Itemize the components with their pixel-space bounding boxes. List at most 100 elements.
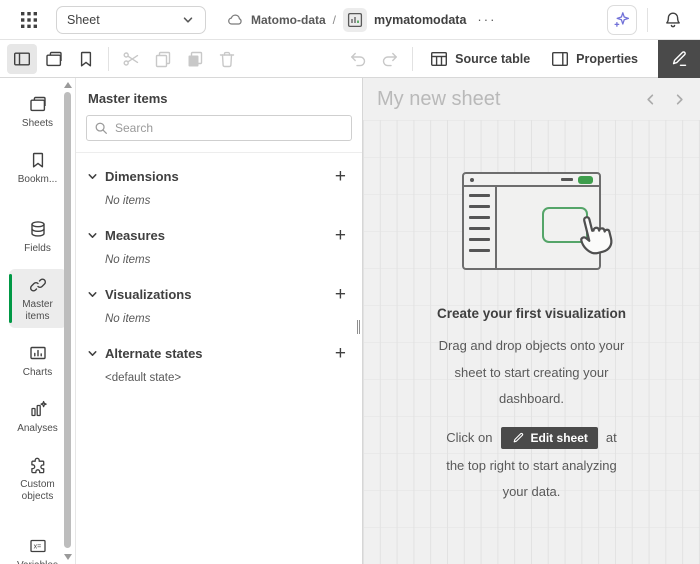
toolbar-divider xyxy=(108,46,109,71)
section-dimensions[interactable]: Dimensions + xyxy=(76,161,362,191)
cut-button[interactable] xyxy=(116,44,146,74)
scroll-down-arrow[interactable] xyxy=(64,554,72,560)
analysis-sparkle-icon xyxy=(28,399,48,419)
bookmark-icon xyxy=(76,49,96,69)
sidebar-item-label: Fields xyxy=(24,243,51,254)
database-icon xyxy=(28,219,48,239)
toolbar-divider-right xyxy=(412,46,414,71)
view-selector-dropdown[interactable]: Sheet xyxy=(56,5,206,34)
link-icon xyxy=(28,275,48,295)
chevron-down-icon[interactable] xyxy=(86,288,99,301)
copy-icon xyxy=(153,49,173,69)
edit-sheet-toggle-button[interactable] xyxy=(658,39,700,78)
notifications-button[interactable] xyxy=(658,5,688,35)
toolbar-right: Source table Properties xyxy=(342,39,700,78)
panel-resize-handle[interactable] xyxy=(356,320,362,334)
sidebar-item-sheets[interactable]: Sheets xyxy=(9,88,67,135)
chevron-down-icon[interactable] xyxy=(86,229,99,242)
previous-sheet-button[interactable] xyxy=(644,92,657,107)
sheet-title: My new sheet xyxy=(377,87,501,110)
left-nav-rail: Sheets Bookm... Fields Master items Char… xyxy=(0,78,76,564)
default-state-item[interactable]: <default state> xyxy=(105,372,362,384)
paste-icon xyxy=(185,49,205,69)
sidebar-item-variables[interactable]: x= Variables xyxy=(9,530,67,564)
section-label: Visualizations xyxy=(105,286,192,302)
section-empty-text: No items xyxy=(105,254,151,266)
sidebar-item-fields[interactable]: Fields xyxy=(9,213,67,260)
sidebar-item-label: Analyses xyxy=(17,423,58,434)
top-bar: Sheet Matomo-data / mymatomodata ··· xyxy=(0,0,700,40)
trash-icon xyxy=(217,49,237,69)
next-sheet-button[interactable] xyxy=(673,92,686,107)
section-visualizations[interactable]: Visualizations + xyxy=(76,279,362,309)
topbar-divider xyxy=(647,7,648,32)
paste-button[interactable] xyxy=(180,44,210,74)
sidebar-item-analyses[interactable]: Analyses xyxy=(9,393,67,440)
app-switcher-button[interactable] xyxy=(14,5,44,35)
section-measures[interactable]: Measures + xyxy=(76,220,362,250)
sidebar-item-label: Master items xyxy=(22,299,53,322)
add-dimension-button[interactable]: + xyxy=(333,167,348,186)
empty-state-body-line: Drag and drop objects onto your xyxy=(438,338,625,353)
toggle-left-panel-button[interactable] xyxy=(7,43,37,74)
panel-right-icon xyxy=(550,49,570,69)
breadcrumb-separator: / xyxy=(332,12,337,27)
bell-icon xyxy=(663,10,683,30)
empty-state-body-line: sheet to start creating your xyxy=(454,364,609,380)
cta-suffix: at xyxy=(605,430,617,445)
table-icon xyxy=(429,49,449,69)
scrollbar-thumb[interactable] xyxy=(64,92,71,548)
chevron-down-icon[interactable] xyxy=(86,170,99,183)
scissors-icon xyxy=(121,49,141,69)
toolbar: Source table Properties xyxy=(0,39,700,78)
cta-line-3: your data. xyxy=(502,484,561,499)
bookmark-toolbar-button[interactable] xyxy=(71,44,101,74)
cloud-icon xyxy=(226,11,244,29)
sidebar-item-label: Bookm... xyxy=(17,174,58,185)
puzzle-icon xyxy=(28,455,48,475)
illustration-dash xyxy=(560,178,573,181)
source-table-button[interactable]: Source table xyxy=(419,44,540,74)
sidebar-item-label: Variables xyxy=(17,560,58,564)
sheet-grid[interactable]: Create your first visualization Drag and… xyxy=(363,120,700,564)
copy-button[interactable] xyxy=(148,44,178,74)
breadcrumb-more-button[interactable]: ··· xyxy=(477,12,496,27)
redo-button[interactable] xyxy=(375,44,405,74)
add-alternate-state-button[interactable]: + xyxy=(333,344,348,363)
search-icon xyxy=(93,120,109,136)
breadcrumb-app-name[interactable]: mymatomodata xyxy=(374,13,466,27)
add-measure-button[interactable]: + xyxy=(333,226,348,245)
undo-button[interactable] xyxy=(343,44,373,74)
empty-state-body-line: dashboard. xyxy=(498,391,565,406)
sidebar-item-custom-objects[interactable]: Custom objects xyxy=(9,449,67,508)
edit-sheet-button[interactable]: Edit sheet xyxy=(500,426,598,449)
search-input[interactable] xyxy=(86,115,352,141)
chart-box-icon xyxy=(28,343,48,363)
breadcrumb-space-name[interactable]: Matomo-data xyxy=(251,13,326,27)
illustration-dot xyxy=(469,177,474,182)
sidebar-item-charts[interactable]: Charts xyxy=(9,337,67,384)
source-table-label: Source table xyxy=(455,51,531,66)
ai-assistant-button[interactable] xyxy=(607,4,637,35)
sidebar-item-bookmarks[interactable]: Bookm... xyxy=(9,144,67,191)
section-alternate-states[interactable]: Alternate states + xyxy=(76,338,362,368)
sidebar-item-label: Custom objects xyxy=(20,479,55,502)
properties-button[interactable]: Properties xyxy=(540,44,648,74)
edit-sheet-button-label: Edit sheet xyxy=(530,430,588,445)
nav-scrollbar[interactable] xyxy=(63,78,73,564)
sidebar-item-master-items[interactable]: Master items xyxy=(8,269,67,328)
pencil-icon xyxy=(511,431,525,445)
scroll-up-arrow[interactable] xyxy=(64,82,72,88)
empty-sheet-illustration xyxy=(461,172,612,270)
section-label: Dimensions xyxy=(105,168,179,184)
add-visualization-button[interactable]: + xyxy=(333,285,348,304)
variables-icon: x= xyxy=(28,536,48,556)
sheets-toolbar-button[interactable] xyxy=(39,44,69,74)
sheet-canvas: My new sheet Create your first visualiza… xyxy=(363,78,700,564)
svg-text:x=: x= xyxy=(33,544,41,551)
sidebar-item-label: Charts xyxy=(22,367,53,378)
bookmark-icon xyxy=(28,150,48,170)
delete-button[interactable] xyxy=(212,44,242,74)
topbar-right xyxy=(607,4,688,35)
chevron-down-icon[interactable] xyxy=(86,347,99,360)
